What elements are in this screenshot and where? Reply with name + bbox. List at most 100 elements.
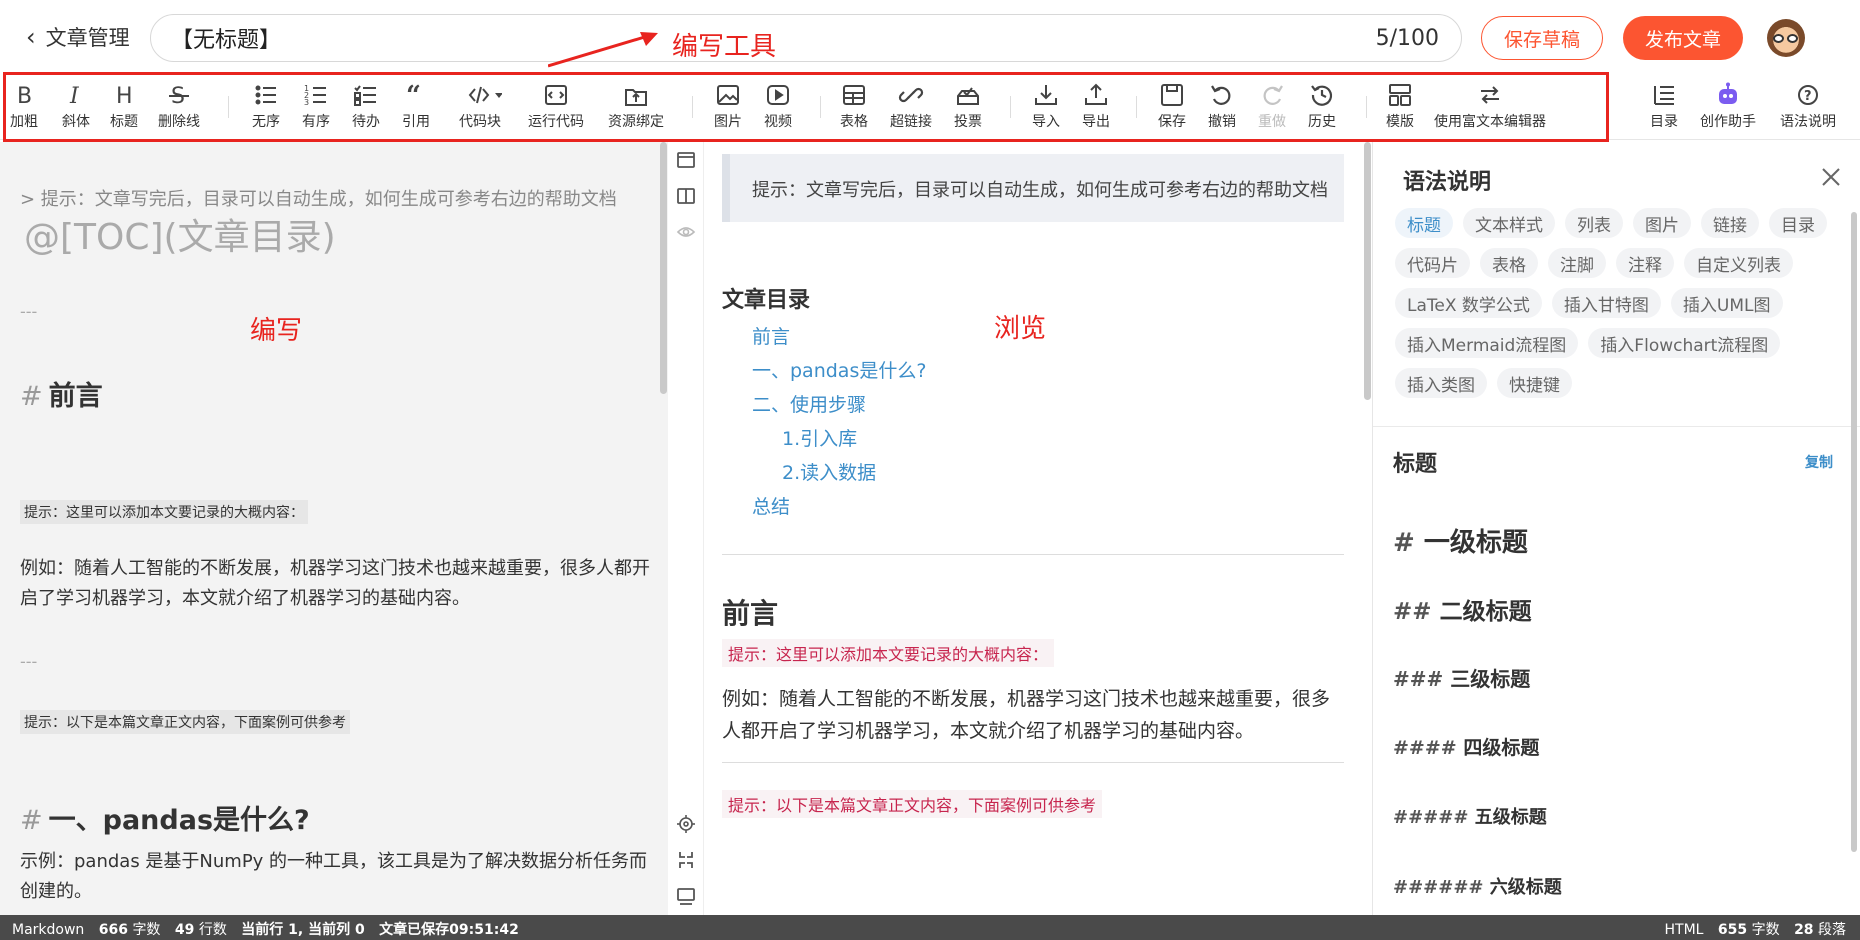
syntax-tag[interactable]: 注释: [1616, 248, 1674, 278]
syntax-heading-example: ## 二级标题: [1393, 592, 1532, 626]
preview-toc-item[interactable]: 2.读入数据: [782, 458, 876, 485]
italic-icon: I: [69, 84, 80, 108]
syntax-tag[interactable]: 文本样式: [1463, 208, 1555, 238]
export-icon: [1085, 83, 1107, 105]
syntax-tag[interactable]: 插入Mermaid流程图: [1395, 328, 1579, 358]
status-right-mode: HTML: [1664, 922, 1704, 938]
toolbar-redo[interactable]: 重做: [1258, 82, 1286, 136]
single-pane-icon[interactable]: [676, 150, 696, 170]
toolbar-code-block[interactable]: 代码块: [458, 82, 502, 136]
syntax-tag[interactable]: 链接: [1701, 208, 1759, 238]
quote-icon: “: [406, 82, 421, 108]
syntax-tag[interactable]: 表格: [1480, 248, 1538, 278]
toolbar-syntax-help[interactable]: ? 语法说明: [1780, 82, 1836, 136]
preview-toc-item[interactable]: 1.引入库: [782, 424, 857, 451]
preview-toc-item[interactable]: 前言: [752, 322, 790, 349]
save-draft-button[interactable]: 保存草稿: [1481, 16, 1603, 60]
chevron-left-icon: ‹: [26, 23, 36, 51]
syntax-tag[interactable]: 图片: [1633, 208, 1691, 238]
strikethrough-icon: S: [169, 84, 189, 108]
syntax-tag[interactable]: LaTeX 数学公式: [1395, 288, 1542, 318]
toolbar-todo[interactable]: 待办: [352, 82, 380, 136]
toolbar-strikethrough[interactable]: S 删除线: [158, 82, 200, 136]
toolbar-separator: [228, 96, 229, 118]
syntax-tag[interactable]: 插入甘特图: [1551, 288, 1661, 318]
toolbar-label: 创作助手: [1700, 114, 1756, 130]
toolbar-video[interactable]: 视频: [764, 82, 792, 136]
toolbar-heading[interactable]: H 标题: [110, 82, 138, 136]
svg-text:H: H: [116, 84, 133, 108]
toolbar-template[interactable]: 模版: [1386, 82, 1414, 136]
heading-hash: #: [1393, 528, 1415, 558]
preview-toc-item[interactable]: 一、pandas是什么?: [752, 356, 926, 383]
toolbar-label: 语法说明: [1780, 114, 1836, 130]
status-bar: Markdown 666 字数 49 行数 当前行 1, 当前列 0 文章已保存…: [0, 915, 1860, 940]
syntax-tag[interactable]: 注脚: [1548, 248, 1606, 278]
syntax-scrollbar[interactable]: [1851, 212, 1857, 852]
preview-toc-item[interactable]: 二、使用步骤: [752, 390, 866, 417]
back-to-article-management[interactable]: ‹ 文章管理: [26, 22, 130, 52]
syntax-tag[interactable]: 列表: [1565, 208, 1623, 238]
split-pane-icon[interactable]: [676, 186, 696, 206]
copy-button[interactable]: 复制: [1805, 452, 1833, 472]
toolbar-label: 加粗: [10, 114, 38, 130]
undo-icon: [1211, 85, 1231, 105]
syntax-tag[interactable]: 快捷键: [1497, 368, 1572, 398]
toolbar-ordered-list[interactable]: 123 有序: [302, 82, 330, 136]
toolbar-import[interactable]: 导入: [1032, 82, 1060, 136]
ordered-list-icon: 123: [304, 84, 326, 107]
heading-hash: ######: [1393, 877, 1484, 898]
toolbar-save[interactable]: 保存: [1158, 82, 1186, 136]
toolbar-history[interactable]: 历史: [1308, 82, 1336, 136]
syntax-tag[interactable]: 插入UML图: [1670, 288, 1783, 318]
toolbar-separator: [820, 96, 821, 118]
publish-article-button[interactable]: 发布文章: [1623, 16, 1743, 60]
markdown-editor-pane[interactable]: > 提示：文章写完后，目录可以自动生成，如何生成可参考右边的帮助文档 @[TOC…: [0, 142, 668, 915]
article-title-field: 5/100: [150, 14, 1462, 62]
syntax-heading-example: ### 三级标题: [1393, 663, 1530, 692]
toolbar-toc[interactable]: 目录: [1650, 82, 1678, 136]
toolbar-bold[interactable]: B 加粗: [10, 82, 38, 136]
toolbar-label: 投票: [954, 114, 982, 130]
syntax-tag[interactable]: 标题: [1395, 208, 1453, 238]
close-icon[interactable]: [1818, 164, 1844, 190]
status-left: Markdown 666 字数 49 行数 当前行 1, 当前列 0 文章已保存…: [12, 919, 519, 939]
svg-text:I: I: [69, 84, 80, 108]
heading-hash: #: [20, 805, 43, 836]
toolbar-table[interactable]: 表格: [840, 82, 868, 136]
syntax-tag[interactable]: 自定义列表: [1684, 248, 1793, 278]
preview-eye-icon[interactable]: [676, 222, 696, 242]
heading-text: 六级标题: [1489, 877, 1562, 898]
toolbar-export[interactable]: 导出: [1082, 82, 1110, 136]
syntax-tag[interactable]: 插入类图: [1395, 368, 1487, 398]
syntax-tag[interactable]: 代码片: [1395, 248, 1470, 278]
toolbar-undo[interactable]: 撤销: [1208, 82, 1236, 136]
toolbar-quote[interactable]: “ 引用: [402, 82, 430, 136]
toolbar-rich-text-switch[interactable]: 使用富文本编辑器: [1434, 82, 1546, 136]
toolbar-vote[interactable]: 投票: [954, 82, 982, 136]
preview-toc-item[interactable]: 总结: [752, 492, 790, 519]
toolbar-italic[interactable]: I 斜体: [62, 82, 90, 136]
toolbar-assistant[interactable]: 创作助手: [1700, 82, 1756, 136]
editor-scrollbar[interactable]: [660, 142, 667, 394]
toolbar-link[interactable]: 超链接: [890, 82, 932, 136]
toolbar-image[interactable]: 图片: [714, 82, 742, 136]
syntax-tag[interactable]: 目录: [1769, 208, 1827, 238]
locate-crosshair-icon[interactable]: [676, 814, 696, 834]
annotation-arrow-icon: [548, 32, 658, 68]
toolbar-unordered-list[interactable]: 无序: [252, 82, 280, 136]
status-right-words: 655: [1717, 922, 1748, 938]
toc-icon: [1654, 86, 1674, 105]
toolbar-separator: [1010, 96, 1011, 118]
user-avatar[interactable]: [1767, 19, 1805, 57]
toolbar-resource-bind[interactable]: 资源绑定: [608, 82, 664, 136]
code-block-icon: [468, 86, 502, 104]
fullscreen-preview-icon[interactable]: [676, 886, 696, 906]
toolbar-run-code[interactable]: 运行代码: [528, 82, 584, 136]
syntax-tag[interactable]: 插入Flowchart流程图: [1588, 328, 1781, 358]
sync-scroll-icon[interactable]: [676, 850, 696, 870]
preview-scrollbar[interactable]: [1364, 142, 1371, 400]
toolbar-label: 目录: [1650, 114, 1678, 130]
editor-para-pandas: 示例：pandas 是基于NumPy 的一种工具，该工具是为了解决数据分析任务而…: [20, 851, 648, 902]
toolbar-label: 导出: [1082, 114, 1110, 130]
